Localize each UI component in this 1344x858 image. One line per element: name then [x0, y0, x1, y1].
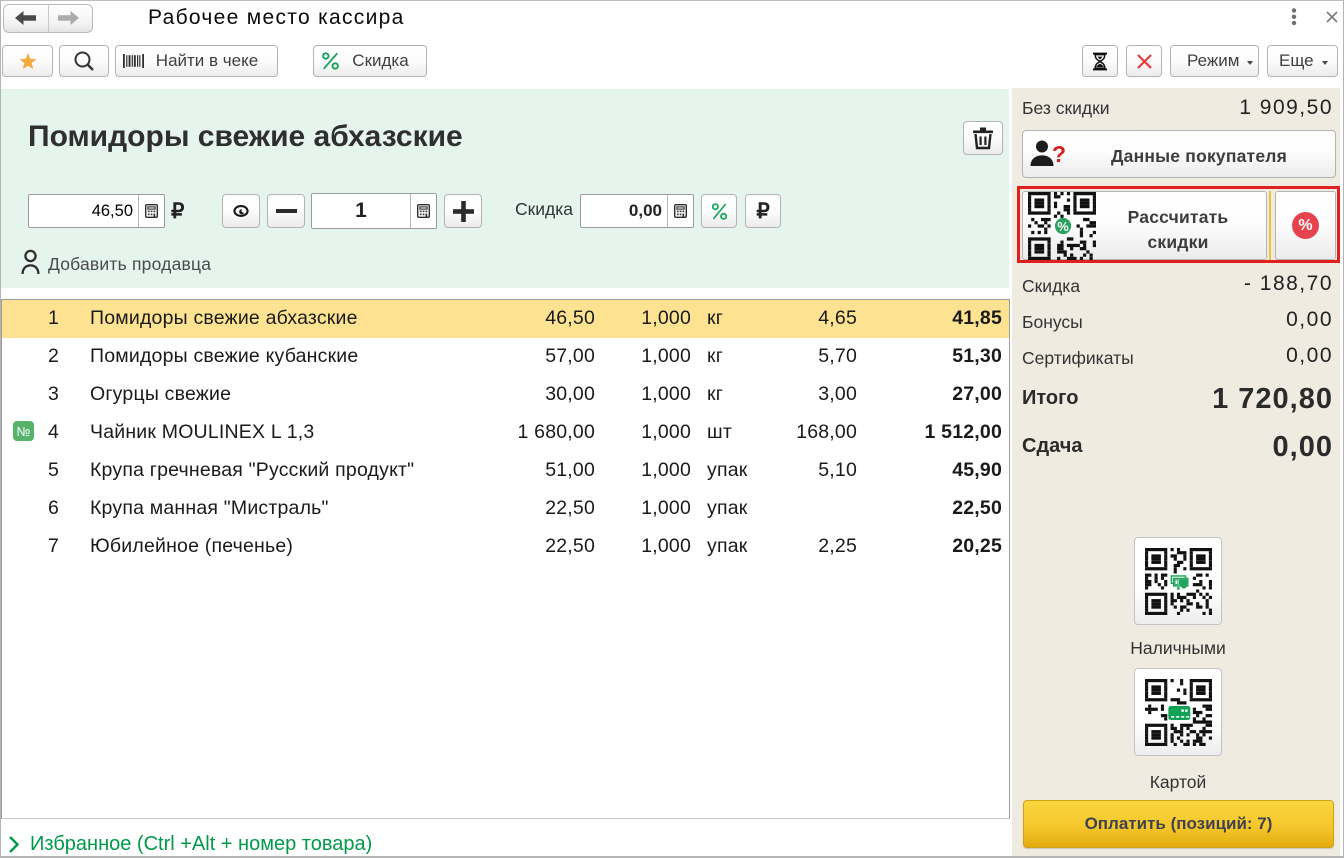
svg-text:%: %: [1057, 219, 1068, 234]
